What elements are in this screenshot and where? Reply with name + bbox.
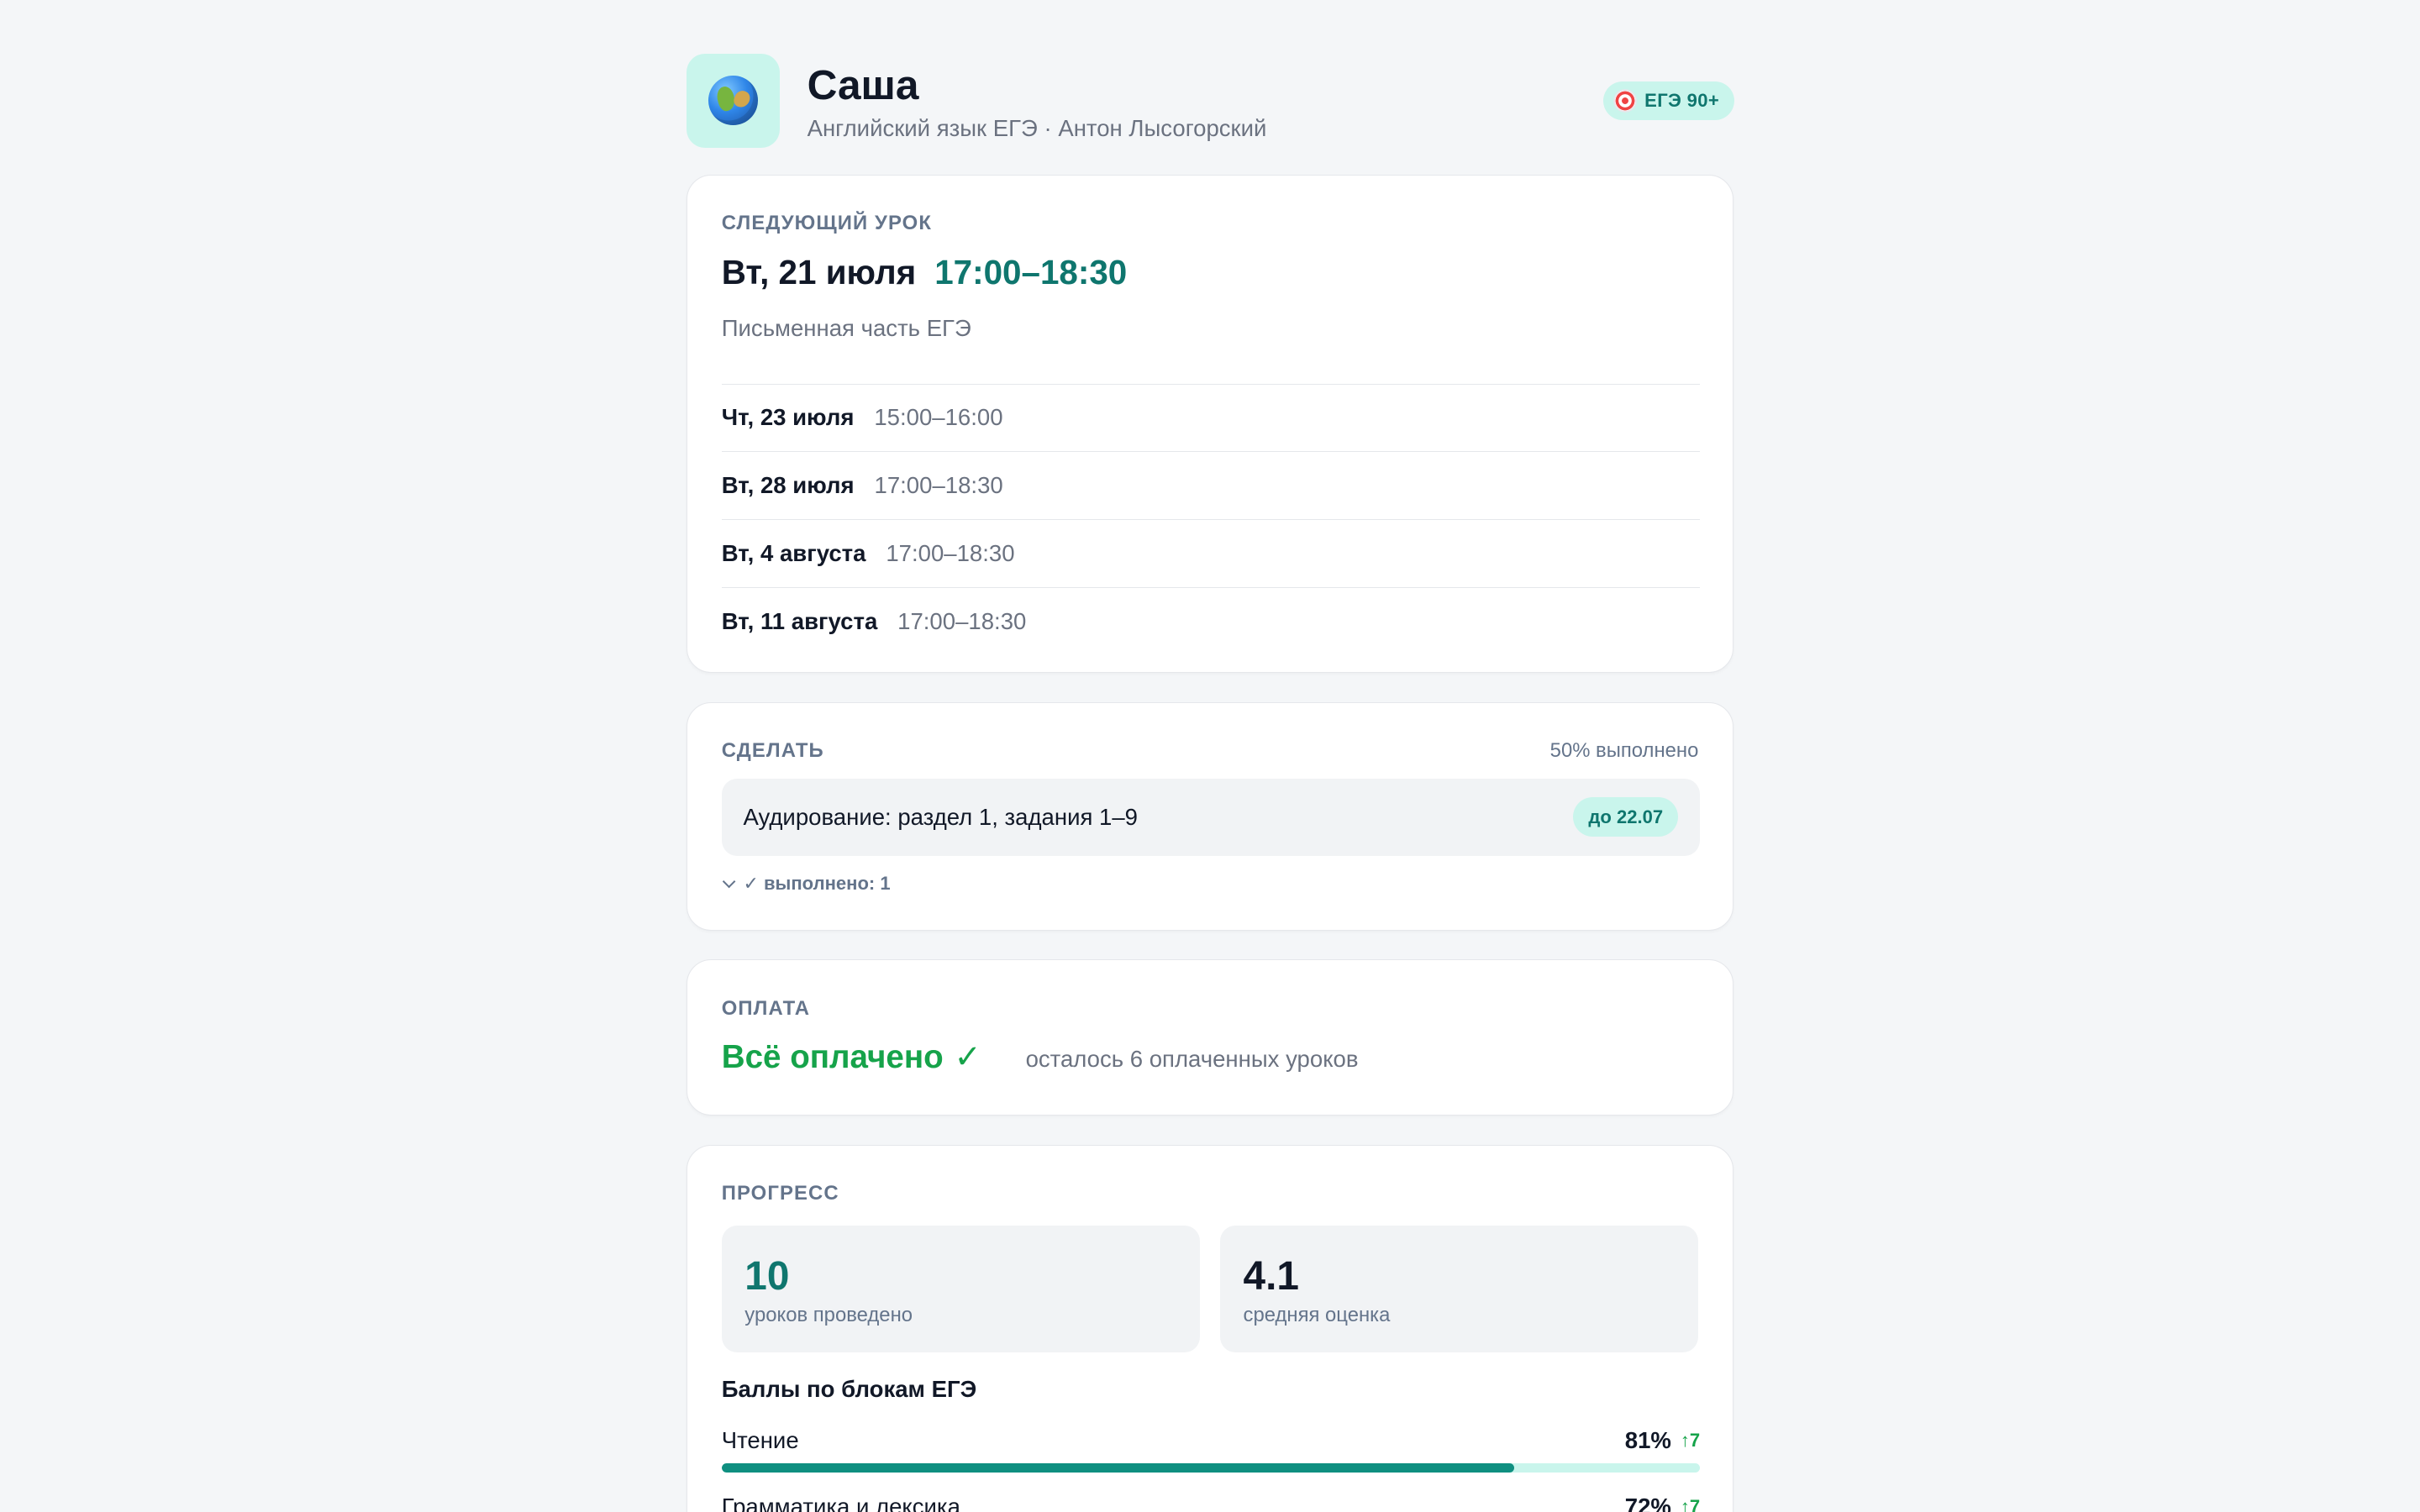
lesson-row: Вт, 11 августа 17:00–18:30: [721, 586, 1701, 655]
check-icon: ✓: [954, 1039, 981, 1076]
lesson-row: Чт, 23 июля 15:00–16:00: [721, 383, 1701, 452]
payment-status: Всё оплачено ✓: [722, 1036, 981, 1079]
student-header: Саша Английский язык ЕГЭ · Антон Лысогор…: [687, 0, 1735, 175]
average-grade-stat: 4.1 средняя оценка: [1219, 1226, 1699, 1352]
task-due-badge: до 22.07: [1573, 796, 1679, 837]
task-title: Аудирование: раздел 1, задания 1–9: [743, 803, 1138, 830]
lesson-row: Вт, 4 августа 17:00–18:30: [721, 519, 1701, 587]
next-lesson-card: СЛЕДУЮЩИЙ УРОК Вт, 21 июля 17:00–18:30 П…: [687, 174, 1733, 673]
lessons-completed-value: 10: [744, 1253, 790, 1299]
score-percent: 72%: [1624, 1494, 1671, 1512]
task-item[interactable]: Аудирование: раздел 1, задания 1–9 до 22…: [721, 778, 1701, 856]
next-lesson-topic: Письменная часть ЕГЭ: [721, 314, 971, 341]
goal-badge: ЕГЭ 90+: [1602, 81, 1735, 121]
tasks-label: СДЕЛАТЬ: [721, 738, 824, 762]
average-grade-label: средняя оценка: [1243, 1304, 1391, 1327]
tasks-completion-status: 50% выполнено: [1549, 738, 1699, 762]
score-value: 81% ↑7: [1625, 1426, 1700, 1454]
lessons-completed-stat: 10 уроков проведено: [721, 1226, 1201, 1352]
lesson-time: 15:00–16:00: [874, 404, 1003, 431]
dashboard-page: Саша Английский язык ЕГЭ · Антон Лысогор…: [687, 0, 1735, 1512]
avatar: [687, 54, 780, 149]
progress-label: ПРОГРЕСС: [721, 1182, 839, 1205]
lessons-completed-label: уроков проведено: [744, 1304, 913, 1327]
score-progress-track: [721, 1463, 1701, 1473]
lesson-date: Вт, 11 августа: [721, 607, 878, 634]
remaining-paid-lessons: осталось 6 оплаченных уроков: [1025, 1046, 1359, 1073]
completed-tasks-toggle[interactable]: ✓ выполнено: 1: [722, 872, 891, 895]
student-name: Саша: [807, 60, 919, 108]
lesson-time: 17:00–18:30: [886, 540, 1015, 567]
lesson-time: 17:00–18:30: [874, 472, 1003, 499]
course-subtitle: Английский язык ЕГЭ · Антон Лысогорский: [807, 114, 1267, 141]
globe-icon: [708, 75, 758, 125]
payment-card: ОПЛАТА Всё оплачено ✓ осталось 6 оплачен…: [687, 959, 1733, 1116]
score-name: Грамматика и лексика: [721, 1494, 960, 1512]
lesson-date: Вт, 4 августа: [721, 540, 866, 567]
completed-tasks-label: ✓ выполнено: 1: [743, 872, 891, 894]
upcoming-lessons-list: Чт, 23 июля 15:00–16:00 Вт, 28 июля 17:0…: [721, 383, 1701, 655]
score-name: Чтение: [721, 1427, 799, 1454]
score-percent: 81%: [1624, 1427, 1671, 1454]
lesson-date: Чт, 23 июля: [721, 404, 855, 431]
next-lesson-label: СЛЕДУЮЩИЙ УРОК: [721, 211, 932, 234]
score-change: ↑7: [1680, 1430, 1701, 1452]
lesson-row: Вт, 28 июля 17:00–18:30: [721, 451, 1701, 519]
student-dashboard: Саша Английский язык ЕГЭ · Антон Лысогор…: [0, 0, 2420, 1512]
next-lesson-time: 17:00–18:30: [934, 252, 1128, 291]
chevron-down-icon: [722, 876, 737, 891]
lesson-date: Вт, 28 июля: [721, 472, 855, 499]
payment-status-label: Всё оплачено: [721, 1039, 944, 1076]
progress-card: ПРОГРЕСС 10 уроков проведено 4.1 средняя…: [687, 1144, 1733, 1512]
tasks-card: СДЕЛАТЬ 50% выполнено Аудирование: разде…: [687, 701, 1733, 931]
goal-badge-label: ЕГЭ 90+: [1644, 90, 1720, 112]
score-value: 72% ↑7: [1625, 1493, 1700, 1512]
score-progress-fill: [721, 1463, 1514, 1473]
next-lesson-date: Вт, 21 июля: [721, 252, 917, 291]
target-icon: [1615, 91, 1636, 112]
lesson-time: 17:00–18:30: [897, 607, 1027, 634]
payment-label: ОПЛАТА: [721, 996, 811, 1020]
exam-blocks-title: Баллы по блокам ЕГЭ: [721, 1376, 977, 1403]
score-change: ↑7: [1680, 1496, 1701, 1512]
average-grade-value: 4.1: [1243, 1253, 1299, 1299]
